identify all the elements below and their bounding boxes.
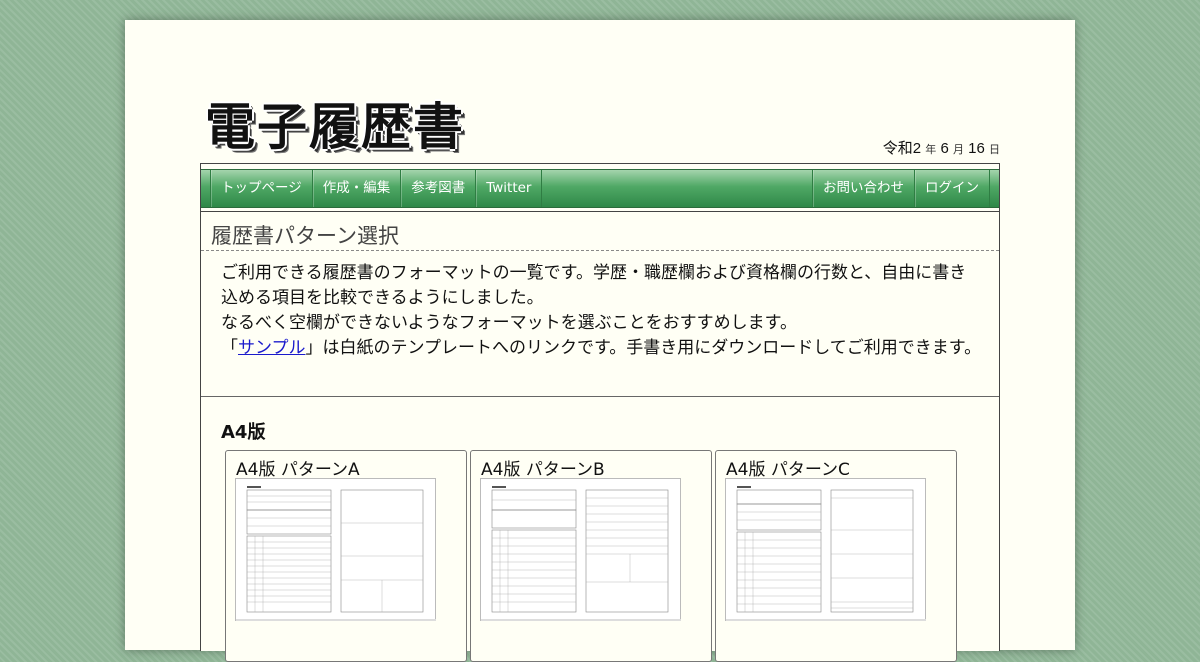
nav-item-books[interactable]: 参考図書: [400, 170, 475, 207]
pattern-card-title: A4版 パターンC: [726, 460, 850, 480]
sample-link[interactable]: サンプル: [238, 338, 306, 358]
nav-right-group: お問い合わせ ログイン: [812, 170, 990, 207]
section-title-a4: A4版: [221, 422, 266, 443]
nav-item-contact[interactable]: お問い合わせ: [812, 170, 914, 207]
date-day: 16: [968, 140, 985, 157]
intro-line-2: なるべく空欄ができないようなフォーマットを選ぶことをおすすめします。: [221, 313, 797, 333]
content-frame: トップページ 作成・編集 参考図書 Twitter お問い合わせ ログイン 履歴…: [200, 163, 1000, 662]
date-era-year: 令和2: [882, 140, 922, 157]
intro-line-3: 「サンプル」は白紙のテンプレートへのリンクです。手書き用にダウンロードしてご利用…: [221, 336, 983, 361]
resume-template-thumbnail[interactable]: [725, 478, 926, 621]
date-year-unit: 年: [925, 144, 937, 156]
page-title: 履歴書パターン選択: [211, 224, 399, 248]
intro-line-3-rest: 」は白紙のテンプレートへのリンクです。手書き用にダウンロードしてご利用できます。: [305, 338, 982, 358]
quote-open: 「: [221, 338, 238, 358]
nav-item-top[interactable]: トップページ: [210, 170, 312, 207]
nav-item-login[interactable]: ログイン: [914, 170, 990, 207]
main-nav: トップページ 作成・編集 参考図書 Twitter お問い合わせ ログイン: [201, 169, 999, 208]
resume-template-thumbnail[interactable]: [480, 478, 681, 621]
date-month: 6: [940, 140, 949, 157]
pattern-card-c[interactable]: A4版 パターンC: [715, 450, 957, 662]
section-divider: [201, 396, 999, 397]
pattern-card-b[interactable]: A4版 パターンB: [470, 450, 712, 662]
intro-line-1: ご利用できる履歴書のフォーマットの一覧です。学歴・職歴欄および資格欄の行数と、自…: [221, 263, 967, 308]
date-month-unit: 月: [952, 144, 964, 156]
pattern-card-a[interactable]: A4版 パターンA: [225, 450, 467, 662]
pattern-card-title: A4版 パターンA: [236, 460, 360, 480]
resume-template-thumbnail[interactable]: [235, 478, 436, 621]
intro-text: ご利用できる履歴書のフォーマットの一覧です。学歴・職歴欄および資格欄の行数と、自…: [221, 261, 983, 361]
site-logo[interactable]: 電子履歴書: [205, 96, 535, 158]
page-container: 電子履歴書 令和2 年 6 月 16 日 トップページ 作成・編集 参考図書 T…: [125, 20, 1075, 662]
nav-item-twitter[interactable]: Twitter: [475, 170, 543, 207]
dashed-divider: [201, 250, 999, 251]
nav-item-create-edit[interactable]: 作成・編集: [311, 170, 401, 207]
date-day-unit: 日: [989, 144, 1000, 156]
current-date: 令和2 年 6 月 16 日: [883, 137, 1000, 158]
divider: [201, 211, 999, 212]
nav-left-group: トップページ 作成・編集 参考図書 Twitter: [210, 170, 543, 207]
pattern-card-title: A4版 パターンB: [481, 460, 605, 480]
